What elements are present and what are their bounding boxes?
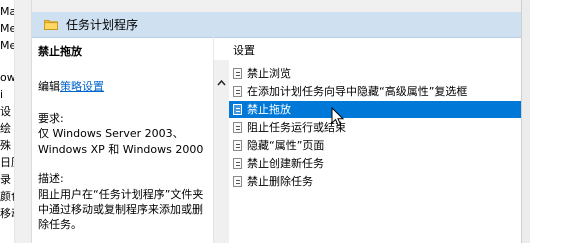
tree-scrollbar[interactable] bbox=[15, 0, 32, 243]
tree-item-fragment[interactable]: 殊 bbox=[0, 139, 11, 153]
header-title: 任务计划程序 bbox=[66, 18, 139, 32]
policy-setting-icon bbox=[233, 140, 242, 151]
setting-label: 禁止创建新任务 bbox=[247, 157, 324, 170]
settings-column-header[interactable]: 设置 bbox=[233, 44, 255, 58]
setting-item[interactable]: 禁止创建新任务 bbox=[229, 155, 521, 172]
policy-setting-icon bbox=[233, 104, 242, 115]
folder-icon bbox=[44, 20, 58, 30]
setting-item[interactable]: 禁止删除任务 bbox=[229, 173, 521, 190]
requirements-label: 要求: bbox=[38, 112, 64, 125]
window-edge bbox=[521, 0, 568, 243]
description-label: 描述: bbox=[38, 172, 64, 185]
tree-item-fragment[interactable]: Mes bbox=[0, 39, 14, 53]
tree-item-fragment[interactable]: i bbox=[0, 88, 3, 102]
policy-setting-icon bbox=[233, 86, 242, 97]
setting-item-selected[interactable]: 禁止拖放 bbox=[229, 101, 521, 118]
edit-policy-link[interactable]: 策略设置 bbox=[60, 80, 104, 93]
policy-setting-icon bbox=[233, 68, 242, 79]
description-line: 中通过移动或复制程序来添加或删 bbox=[38, 203, 203, 216]
setting-label: 禁止浏览 bbox=[247, 67, 291, 80]
settings-scrollbar[interactable] bbox=[213, 60, 229, 243]
tree-item-fragment[interactable]: Mai bbox=[0, 5, 14, 19]
toolbar-gap bbox=[32, 0, 521, 12]
description-line: 阻止用户在“任务计划程序”文件夹 bbox=[38, 188, 204, 201]
tree-item-fragment[interactable]: 移动 bbox=[0, 207, 14, 221]
setting-item[interactable]: 禁止浏览 bbox=[229, 65, 521, 82]
tree-item-fragment[interactable]: ow bbox=[0, 71, 14, 85]
tree-item-fragment[interactable]: 设 bbox=[0, 105, 11, 119]
setting-item[interactable]: 在添加计划任务向导中隐藏“高级属性”复选框 bbox=[229, 83, 521, 100]
policy-setting-icon bbox=[233, 176, 242, 187]
edit-policy-line: 编辑策略设置 bbox=[38, 79, 104, 94]
requirements-line: 仅 Windows Server 2003、 bbox=[38, 127, 184, 140]
setting-item[interactable]: 隐藏“属性”页面 bbox=[229, 137, 521, 154]
tree-item-fragment[interactable]: Mec bbox=[0, 22, 14, 36]
policy-setting-icon bbox=[233, 158, 242, 169]
tree-item-fragment[interactable]: 颜色 bbox=[0, 190, 14, 204]
setting-label: 隐藏“属性”页面 bbox=[247, 139, 325, 152]
tree-pane-fragment: Mai Mec Mes ow i 设 绘 殊 日历 录 颜色 移动 bbox=[0, 0, 15, 243]
setting-label: 在添加计划任务向导中隐藏“高级属性”复选框 bbox=[247, 85, 468, 98]
edit-prefix: 编辑 bbox=[38, 80, 60, 93]
tree-item-fragment[interactable]: 录 bbox=[0, 173, 11, 187]
description-line: 除任务。 bbox=[38, 218, 82, 231]
setting-item[interactable]: 阻止任务运行或结束 bbox=[229, 119, 521, 136]
outer-scrollbar[interactable] bbox=[522, 0, 530, 243]
policy-title: 禁止拖放 bbox=[38, 45, 82, 58]
tree-item-fragment[interactable]: 日历 bbox=[0, 156, 14, 170]
setting-label: 禁止拖放 bbox=[247, 103, 291, 116]
requirements-line: Windows XP 和 Windows 2000 bbox=[38, 143, 204, 156]
tree-item-fragment[interactable]: 绘 bbox=[0, 122, 11, 136]
scroll-up-arrow-icon[interactable] bbox=[217, 79, 226, 87]
setting-label: 禁止删除任务 bbox=[247, 175, 313, 188]
policy-setting-icon bbox=[233, 122, 242, 133]
mouse-pointer-icon bbox=[331, 107, 345, 127]
